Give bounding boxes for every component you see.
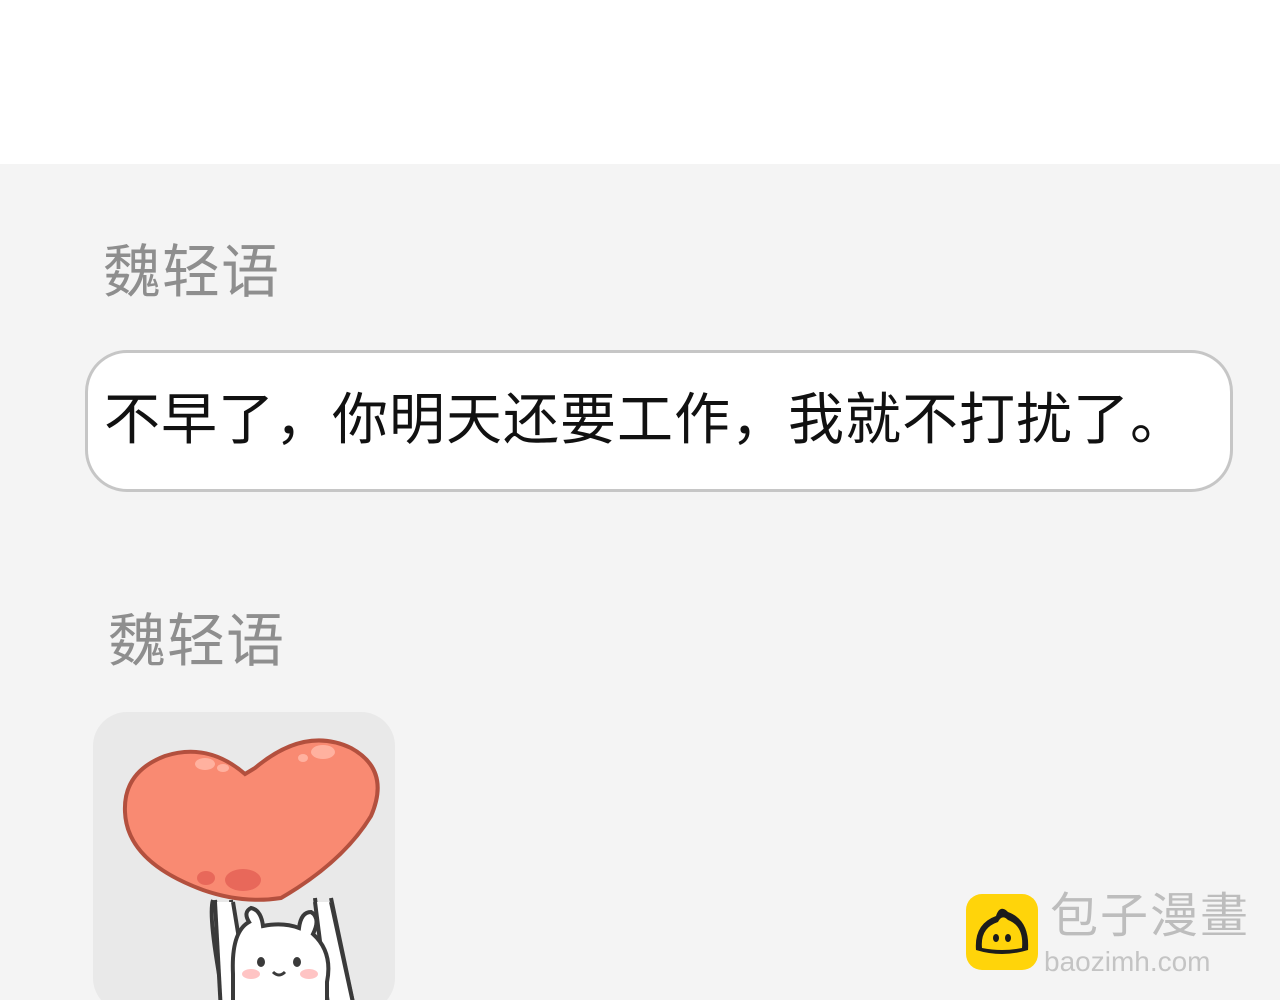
message-bubble[interactable]: 不早了，你明天还要工作，我就不打扰了。 xyxy=(85,350,1233,492)
watermark: 包子漫畫 baozimh.com xyxy=(964,892,1264,982)
sender-name: 魏轻语 xyxy=(108,607,286,675)
watermark-url: baozimh.com xyxy=(1044,946,1211,977)
watermark-brand: 包子漫畫 xyxy=(1050,888,1251,944)
chat-screen: 魏轻语 不早了，你明天还要工作，我就不打扰了。 魏轻语 包子漫畫 baozimh… xyxy=(0,0,1280,1000)
heart-bunny-sticker-icon xyxy=(122,738,380,1000)
sticker-message[interactable] xyxy=(93,712,395,1000)
sender-name: 魏轻语 xyxy=(103,238,281,306)
message-text: 不早了，你明天还要工作，我就不打扰了。 xyxy=(104,388,1187,453)
top-header-band xyxy=(0,0,1280,164)
baozi-logo-icon xyxy=(966,894,1038,970)
